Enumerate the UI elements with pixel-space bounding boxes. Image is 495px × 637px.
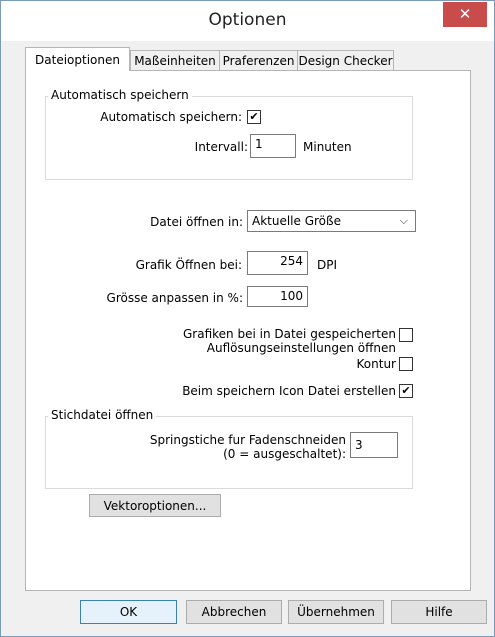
- open-file-select[interactable]: Aktuelle Größe ⌵: [247, 210, 416, 232]
- autosave-checkbox-label: Automatisch speichern:: [100, 110, 242, 124]
- graphic-open-unit: DPI: [317, 258, 338, 272]
- autosave-group-label: Automatisch speichern: [48, 88, 192, 102]
- tab-design-checker[interactable]: Design Checker: [297, 50, 394, 70]
- chevron-down-icon: ⌵: [399, 214, 408, 227]
- vector-options-button[interactable]: Vektoroptionen...: [89, 494, 221, 517]
- tab-masseinheiten[interactable]: Maßeinheiten: [130, 50, 220, 70]
- interval-unit: Minuten: [303, 140, 352, 154]
- graphics-saved-label-line2: Auflösungseinstellungen öffnen: [206, 341, 396, 355]
- options-dialog: Optionen ✕ Dateioptionen Maßeinheiten Pr…: [0, 0, 495, 637]
- tab-panel-dateioptionen: Automatisch speichern Automatisch speich…: [25, 70, 471, 591]
- checkmark-icon: ✔: [249, 110, 259, 123]
- interval-label: Intervall:: [194, 140, 248, 154]
- autosave-checkbox[interactable]: ✔: [247, 110, 261, 124]
- tab-dateioptionen[interactable]: Dateioptionen: [25, 47, 130, 71]
- icon-file-label: Beim speichern Icon Datei erstellen: [182, 384, 396, 398]
- help-button[interactable]: Hilfe: [391, 600, 487, 624]
- title-bar: Optionen ✕: [1, 1, 494, 41]
- resize-input[interactable]: 100: [247, 286, 308, 307]
- icon-file-checkbox[interactable]: ✔: [399, 384, 413, 398]
- open-file-selected: Aktuelle Größe: [252, 214, 341, 228]
- close-icon: ✕: [458, 5, 472, 23]
- autosave-group: Automatisch speichern: [45, 88, 413, 180]
- stitch-jump-input[interactable]: 3: [350, 432, 398, 458]
- interval-input[interactable]: 1: [250, 134, 296, 158]
- graphics-saved-checkbox[interactable]: [399, 328, 413, 342]
- graphics-saved-label-line1: Grafiken bei in Datei gespeicherten: [183, 327, 396, 341]
- tab-praferenzen[interactable]: Praferenzen: [219, 50, 298, 70]
- graphic-open-dpi-input[interactable]: 254: [247, 251, 308, 275]
- close-button[interactable]: ✕: [443, 2, 487, 27]
- graphic-open-label: Grafik Öffnen bei:: [135, 258, 242, 272]
- stitch-group-label: Stichdatei öffnen: [48, 408, 157, 422]
- stitch-label-line2: (0 = ausgeschaltet):: [223, 447, 346, 461]
- contour-checkbox[interactable]: [399, 357, 413, 371]
- apply-button[interactable]: Übernehmen: [288, 600, 384, 624]
- cancel-button[interactable]: Abbrechen: [186, 600, 282, 624]
- open-file-label: Datei öffnen in:: [150, 215, 243, 229]
- checkmark-icon: ✔: [401, 384, 411, 397]
- ok-button[interactable]: OK: [80, 600, 177, 624]
- contour-label: Kontur: [356, 357, 396, 371]
- stitch-label-line1: Springstiche fur Fadenschneiden: [149, 433, 346, 447]
- window-title: Optionen: [208, 10, 287, 30]
- resize-label: Grösse anpassen in %:: [106, 291, 243, 305]
